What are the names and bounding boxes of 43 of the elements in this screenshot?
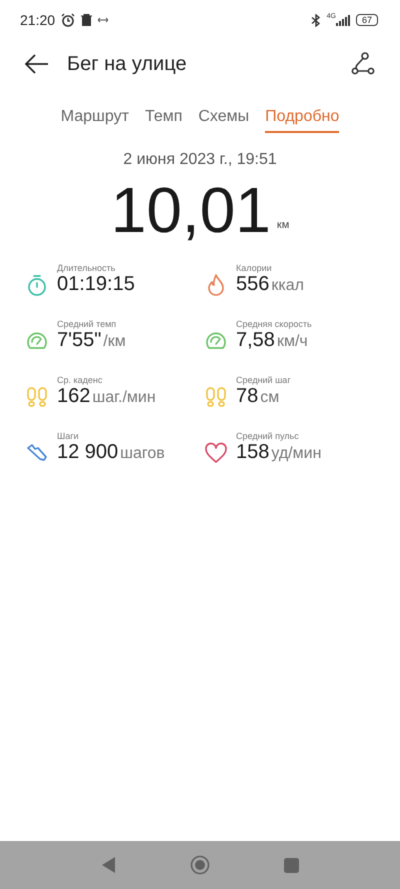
distance-value: 10,01 <box>110 175 271 245</box>
bluetooth-icon <box>310 14 321 26</box>
stat-unit: /км <box>103 332 126 350</box>
route-icon[interactable] <box>351 52 375 76</box>
trash-icon <box>81 14 92 26</box>
stat-label: Средний шаг <box>236 374 291 384</box>
page-title: Бег на улице <box>67 52 188 76</box>
tab[interactable]: Подробно <box>265 108 340 133</box>
stat-unit: км/ч <box>276 332 308 350</box>
stat-value: 556 <box>236 272 270 296</box>
tab[interactable]: Маршрут <box>60 108 129 133</box>
distance-unit: км <box>276 219 290 231</box>
tab[interactable]: Схемы <box>198 108 250 133</box>
workout-date: 2 июня 2023 г., 19:51 <box>122 151 278 169</box>
stat-label: Шаги <box>57 430 80 440</box>
signal-icon <box>336 14 350 26</box>
tab[interactable]: Темп <box>144 108 182 133</box>
stat-value: 7,58 <box>236 328 275 352</box>
stat-label: Средний темп <box>57 318 118 328</box>
home-nav-icon[interactable] <box>190 855 210 875</box>
stat-unit: ккал <box>271 276 304 294</box>
stat-label: Средний пульс <box>236 430 300 440</box>
status-time: 21:20 <box>20 12 56 28</box>
stat-label: Средняя скорость <box>236 318 312 328</box>
stat-value: 162 <box>57 384 90 408</box>
stat-value: 158 <box>236 440 270 464</box>
data-transfer-icon <box>98 17 108 23</box>
battery-level: 67 <box>356 14 378 26</box>
stat-label: Ср. каденс <box>57 374 104 384</box>
stat-unit: шаг./мин <box>92 388 156 406</box>
stat-value: 7'55" <box>57 328 102 352</box>
stat-label: Длительность <box>57 262 116 272</box>
stat-value: 78 <box>236 384 258 408</box>
stat-unit: см <box>260 388 280 406</box>
recents-nav-icon[interactable] <box>284 858 298 872</box>
stat-unit: шагов <box>120 444 165 462</box>
stat-label: Калории <box>236 262 273 272</box>
stat-unit: уд/мин <box>271 444 322 462</box>
back-nav-icon[interactable] <box>102 857 116 873</box>
back-icon[interactable] <box>25 54 49 74</box>
stat-value: 01:19:15 <box>57 272 135 296</box>
alarm-icon <box>61 13 76 27</box>
stat-value: 12 900 <box>57 440 118 464</box>
